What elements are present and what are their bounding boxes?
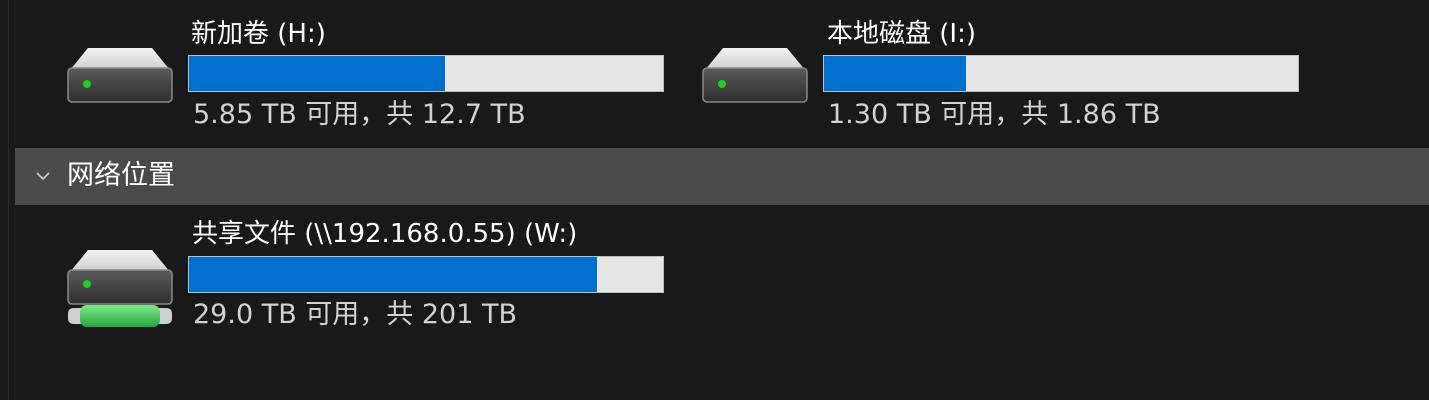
hard-drive-icon bbox=[67, 48, 173, 103]
usage-bar bbox=[823, 55, 1299, 92]
network-connector bbox=[80, 305, 160, 327]
network-locations-header[interactable]: 网络位置 bbox=[15, 148, 1429, 205]
usage-bar-fill bbox=[824, 56, 967, 91]
drive-name: 本地磁盘 (I:) bbox=[827, 19, 976, 49]
drive-space-info: 29.0 TB 可用，共 201 TB bbox=[193, 299, 518, 330]
usage-bar bbox=[188, 256, 664, 293]
section-title: 网络位置 bbox=[67, 160, 175, 191]
drive-name: 共享文件 (\\192.168.0.55) (W:) bbox=[192, 219, 578, 249]
network-drive-icon bbox=[67, 250, 173, 327]
drive-tile-h[interactable]: 新加卷 (H:) 5.85 TB 可用，共 12.7 TB bbox=[66, 18, 666, 138]
status-led bbox=[718, 80, 726, 88]
status-led bbox=[83, 280, 91, 288]
drive-name: 新加卷 (H:) bbox=[191, 19, 326, 49]
drive-tile-i[interactable]: 本地磁盘 (I:) 1.30 TB 可用，共 1.86 TB bbox=[701, 18, 1301, 138]
usage-bar-fill bbox=[189, 56, 445, 91]
status-led bbox=[83, 80, 91, 88]
chevron-down-icon[interactable] bbox=[35, 168, 51, 184]
network-drive-tile-w[interactable]: 共享文件 (\\192.168.0.55) (W:) 29.0 TB 可用，共 … bbox=[66, 218, 666, 338]
drive-space-info: 5.85 TB 可用，共 12.7 TB bbox=[193, 99, 526, 130]
usage-bar-fill bbox=[189, 257, 597, 292]
drives-view: 新加卷 (H:) 5.85 TB 可用，共 12.7 TB 本地磁盘 (I:) bbox=[0, 0, 1429, 400]
usage-bar bbox=[188, 55, 664, 92]
pane-divider bbox=[8, 0, 9, 400]
drive-space-info: 1.30 TB 可用，共 1.86 TB bbox=[828, 99, 1161, 130]
hard-drive-icon bbox=[702, 48, 808, 103]
